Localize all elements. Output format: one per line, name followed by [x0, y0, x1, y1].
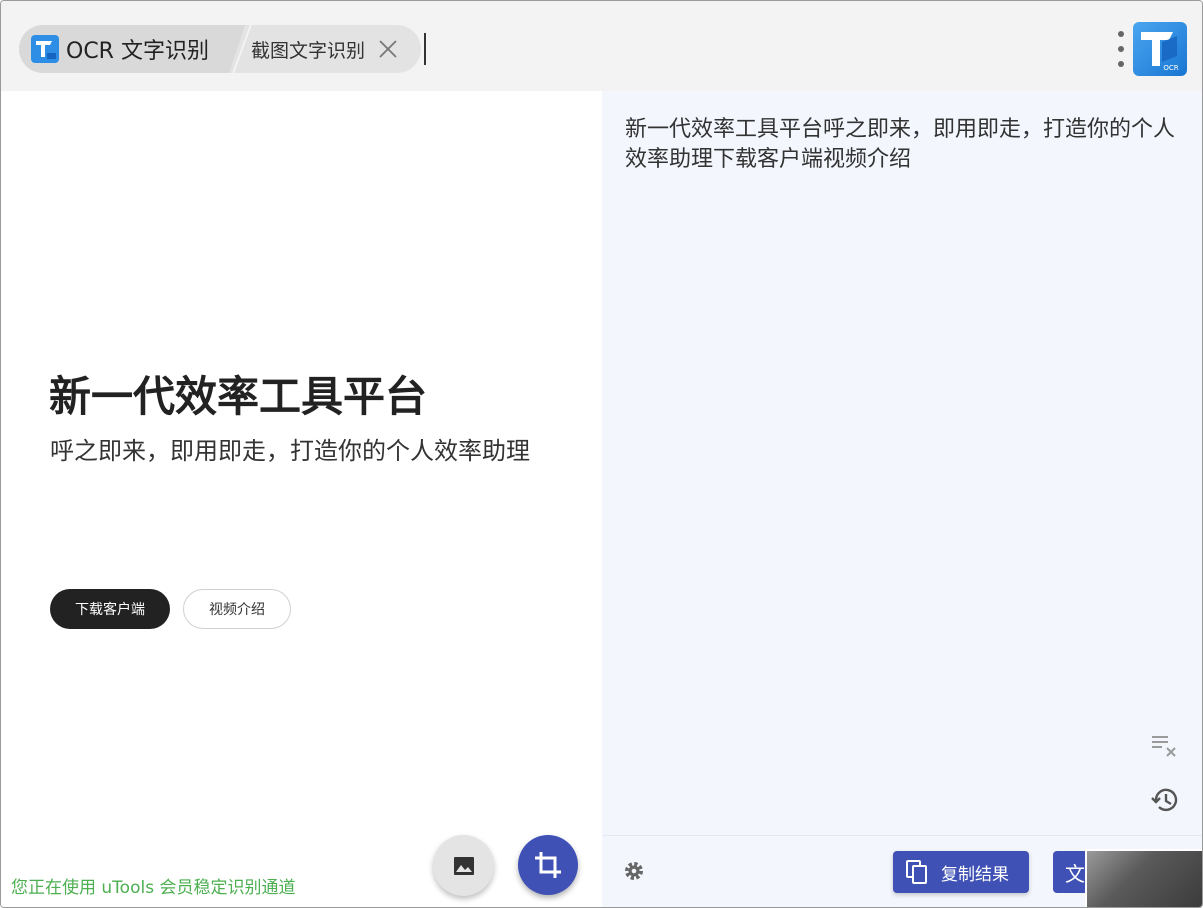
more-menu-icon[interactable] — [1113, 31, 1129, 67]
image-icon — [453, 856, 474, 875]
tab-screenshot-ocr-label: 截图文字识别 — [251, 39, 366, 62]
ocr-app-icon — [31, 35, 59, 63]
screenshot-crop-button[interactable] — [518, 835, 578, 895]
crop-icon — [535, 852, 561, 878]
ocr-logo-icon: OCR — [1133, 22, 1187, 76]
captured-image-pane: 新一代效率工具平台 呼之即来，即用即走，打造你的个人效率助理 下载客户端 视频介… — [1, 91, 602, 907]
result-pane: 新一代效率工具平台呼之即来，即用即走，打造你的个人效率助理下载客户端视频介绍 复… — [602, 91, 1202, 907]
copy-result-label: 复制结果 — [941, 864, 1009, 885]
tab-screenshot-ocr[interactable]: 截图文字识别 — [249, 25, 421, 73]
app-window: OCR 文字识别 截图文字识别 OCR 新一代效率工具平台 呼之即来，即用即走，… — [0, 0, 1203, 908]
tab-ocr[interactable]: OCR 文字识别 — [19, 25, 245, 73]
ocr-result-text[interactable]: 新一代效率工具平台呼之即来，即用即走，打造你的个人效率助理下载客户端视频介绍 — [625, 115, 1185, 175]
tab-group: OCR 文字识别 截图文字识别 — [19, 25, 421, 73]
captured-video-button: 视频介绍 — [183, 589, 291, 629]
image-upload-button[interactable] — [433, 835, 494, 896]
tab-ocr-label: OCR 文字识别 — [66, 39, 209, 64]
bottom-divider — [602, 835, 1202, 836]
translate-label: 文 — [1065, 861, 1085, 886]
overlay-patch — [1085, 849, 1202, 907]
clear-format-icon[interactable] — [1150, 731, 1178, 759]
gear-icon[interactable] — [622, 859, 646, 883]
copy-icon — [906, 860, 927, 884]
history-icon[interactable] — [1150, 785, 1180, 815]
captured-download-button: 下载客户端 — [50, 589, 170, 629]
status-message: 您正在使用 uTools 会员稳定识别通道 — [11, 878, 296, 898]
top-bar: OCR 文字识别 截图文字识别 OCR — [1, 1, 1202, 91]
close-icon[interactable] — [377, 38, 399, 60]
copy-result-button[interactable]: 复制结果 — [893, 851, 1029, 893]
text-caret — [424, 33, 426, 65]
captured-title: 新一代效率工具平台 — [49, 372, 428, 421]
svg-text:OCR: OCR — [1163, 64, 1178, 72]
captured-subtitle: 呼之即来，即用即走，打造你的个人效率助理 — [50, 437, 530, 465]
